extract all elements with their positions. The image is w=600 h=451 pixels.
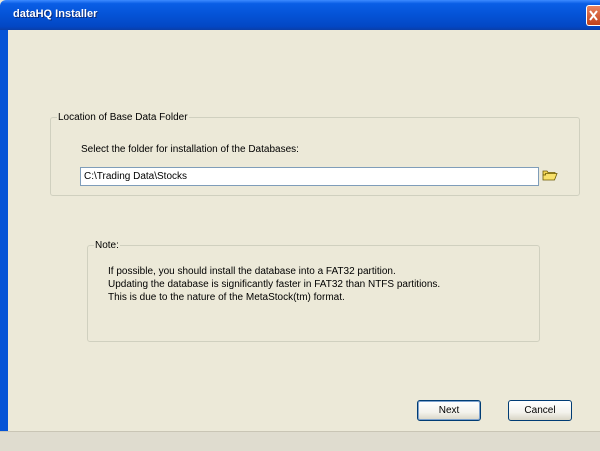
window-bottom-edge <box>0 431 600 451</box>
close-button[interactable] <box>586 5 600 26</box>
note-line: If possible, you should install the data… <box>108 266 396 277</box>
note-group-legend: Note: <box>95 240 119 251</box>
close-icon <box>589 10 598 21</box>
note-line: Updating the database is significantly f… <box>108 279 441 290</box>
browse-folder-button[interactable] <box>541 166 559 184</box>
location-group-legend: Location of Base Data Folder <box>58 112 188 123</box>
note-group: Note: <box>87 240 540 342</box>
next-button[interactable]: Next <box>417 400 481 421</box>
note-line: This is due to the nature of the MetaSto… <box>108 292 345 303</box>
folder-path-input[interactable] <box>80 167 539 186</box>
title-bar[interactable]: dataHQ Installer <box>0 0 600 30</box>
window-frame-left <box>0 30 8 450</box>
folder-prompt-label: Select the folder for installation of th… <box>81 144 299 155</box>
folder-open-icon <box>542 170 558 181</box>
cancel-button[interactable]: Cancel <box>508 400 572 421</box>
window-title: dataHQ Installer <box>13 8 98 20</box>
